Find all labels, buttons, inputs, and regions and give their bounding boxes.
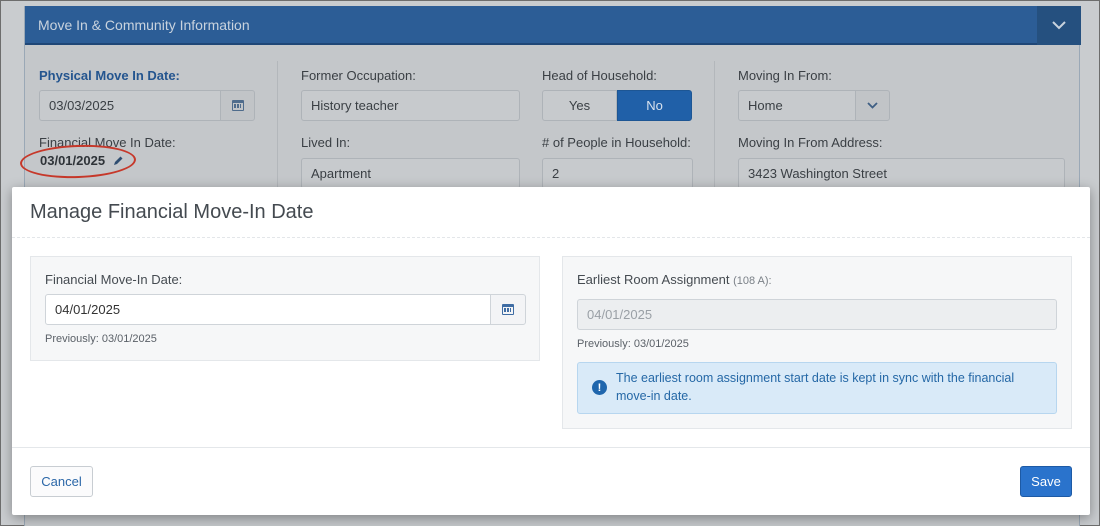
former-occupation-label: Former Occupation:: [301, 68, 416, 83]
lived-in-label: Lived In:: [301, 135, 351, 150]
financial-move-in-date-label: Financial Move-In Date:: [45, 272, 183, 287]
financial-date-calendar-button[interactable]: [490, 294, 526, 325]
save-button[interactable]: Save: [1020, 466, 1072, 497]
financial-move-in-modal: Manage Financial Move-In Date Financial …: [12, 187, 1090, 515]
modal-title-divider: [12, 237, 1090, 238]
head-of-household-toggle: Yes No: [542, 90, 692, 121]
moving-in-from-dropdown-button[interactable]: [855, 90, 890, 121]
no-toggle-button[interactable]: No: [617, 90, 692, 121]
financial-date-previous-hint: Previously: 03/01/2025: [45, 333, 157, 345]
room-number-sublabel: (108 A):: [733, 275, 772, 287]
people-in-household-input[interactable]: 2: [542, 158, 693, 189]
earliest-room-assignment-input: 04/01/2025: [577, 299, 1057, 330]
head-of-household-label: Head of Household:: [542, 68, 657, 83]
former-occupation-input[interactable]: History teacher: [301, 90, 520, 121]
moving-in-address-label: Moving In From Address:: [738, 135, 883, 150]
moving-in-from-select[interactable]: Home: [738, 90, 856, 121]
sync-info-text: The earliest room assignment start date …: [616, 371, 1015, 403]
physical-move-in-calendar-button[interactable]: [220, 90, 255, 121]
room-assignment-previous-hint: Previously: 03/01/2025: [577, 338, 689, 350]
calendar-icon: [231, 100, 244, 111]
highlight-ellipse: [19, 142, 137, 181]
moving-in-from-label: Moving In From:: [738, 68, 832, 83]
chevron-down-icon: [867, 102, 878, 109]
modal-title: Manage Financial Move-In Date: [30, 201, 314, 223]
physical-move-in-input[interactable]: 03/03/2025: [39, 90, 221, 121]
calendar-icon: [502, 304, 514, 315]
chevron-down-icon: [1052, 21, 1066, 30]
financial-date-box: Financial Move-In Date: 04/01/2025 Previ…: [30, 256, 540, 361]
moving-in-address-input[interactable]: 3423 Washington Street: [738, 158, 1065, 189]
earliest-room-assignment-label-text: Earliest Room Assignment: [577, 272, 730, 287]
financial-move-in-date-input[interactable]: 04/01/2025: [45, 294, 491, 325]
modal-footer-divider: [12, 447, 1090, 448]
room-assignment-box: Earliest Room Assignment (108 A): 04/01/…: [562, 256, 1072, 429]
people-in-household-label: # of People in Household:: [542, 135, 691, 150]
panel-header: Move In & Community Information: [25, 6, 1081, 45]
cancel-button[interactable]: Cancel: [30, 466, 93, 497]
yes-toggle-button[interactable]: Yes: [542, 90, 617, 121]
sync-info-alert: ! The earliest room assignment start dat…: [577, 362, 1057, 414]
panel-title: Move In & Community Information: [38, 17, 250, 33]
collapse-toggle[interactable]: [1037, 6, 1081, 45]
info-icon: !: [592, 380, 607, 395]
earliest-room-assignment-label: Earliest Room Assignment (108 A):: [577, 272, 772, 287]
lived-in-input[interactable]: Apartment: [301, 158, 520, 189]
column-divider: [714, 61, 715, 191]
physical-move-in-label: Physical Move In Date:: [39, 68, 180, 83]
column-divider: [277, 61, 278, 191]
